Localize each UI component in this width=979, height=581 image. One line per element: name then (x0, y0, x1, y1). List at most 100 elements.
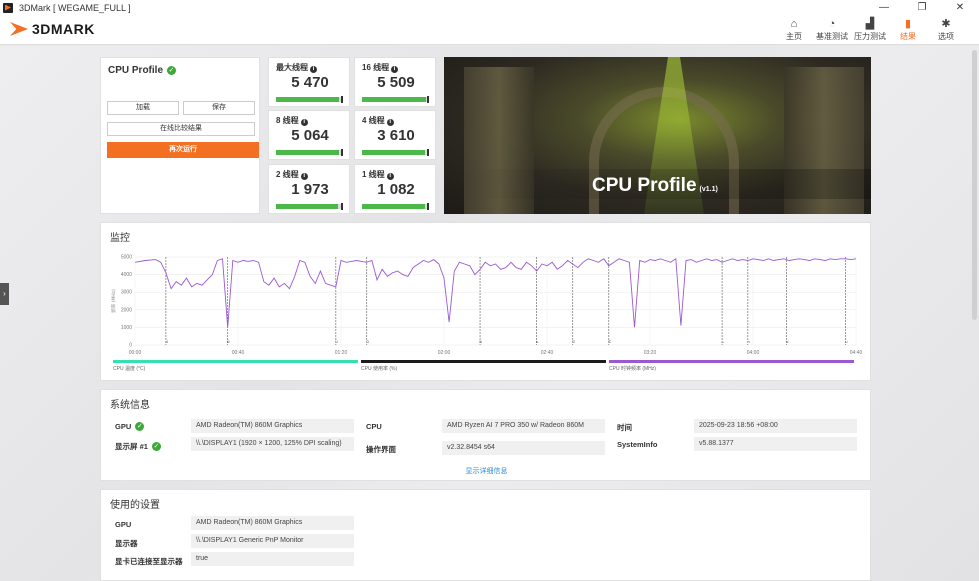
y-tick-label: 1000 (121, 325, 132, 331)
show-details-link[interactable]: 显示详细信息 (101, 466, 872, 476)
check-icon: ✓ (151, 442, 161, 451)
score-16-threads: 16 线程 i 5 509 (354, 57, 436, 107)
phase-marker-label: I (720, 342, 725, 343)
save-button[interactable]: 保存 (183, 101, 255, 115)
score-max-threads: 最大线程 i 5 470 (268, 57, 350, 107)
os-value: v2.32.8454 s64 (442, 441, 605, 455)
score-label: 4 线程 i (362, 115, 394, 126)
score-1-thread: 1 线程 i 1 082 (354, 164, 436, 214)
phase-marker-label: J (746, 341, 751, 343)
score-bar-fill (362, 150, 426, 155)
score-bar-end (427, 149, 429, 156)
score-2-threads: 2 线程 i 1 973 (268, 164, 350, 214)
score-bar (276, 96, 343, 103)
setting-display-value: \\.\DISPLAY1 Generic PnP Monitor (191, 534, 354, 548)
setting-display-label: 显示器 (115, 539, 138, 548)
test-name: CPU Profile (108, 65, 164, 76)
time-label: 时间 (617, 423, 632, 432)
score-4-threads: 4 线程 i 3 610 (354, 110, 436, 160)
system-info-panel: 系统信息 GPU ✓ AMD Radeon(TM) 860M Graphics 显… (100, 389, 871, 481)
hero-title-text: CPU Profile (592, 175, 697, 196)
systeminfo-value: v5.88.1377 (694, 437, 857, 451)
score-label-text: 2 线程 (276, 170, 299, 179)
score-label: 2 线程 i (276, 169, 308, 180)
legend-swatch[interactable] (609, 360, 854, 363)
main-nav: ⌂ 主页 ◔ 基准测试 ▟ 压力测试 ▮ 结果 ✱ 选项 (773, 17, 963, 42)
info-icon[interactable]: i (310, 66, 317, 73)
side-expand-tab[interactable]: › (0, 283, 9, 305)
run-again-button[interactable]: 再次运行 (107, 142, 259, 158)
nav-results[interactable]: ▮ 结果 (891, 17, 925, 42)
legend-swatch[interactable] (361, 360, 606, 363)
score-bar (276, 149, 343, 156)
compare-online-button[interactable]: 在线比较结果 (107, 122, 255, 136)
phase-marker-label: B (226, 340, 231, 343)
info-icon[interactable]: i (386, 173, 394, 180)
nav-options[interactable]: ✱ 选项 (929, 17, 963, 42)
display-label: 显示屏 #1 ✓ (115, 441, 161, 452)
score-bar (362, 203, 429, 210)
score-value: 5 064 (291, 127, 329, 144)
monitoring-title: 监控 (110, 233, 130, 244)
nav-benchmarks[interactable]: ◔ 基准测试 (815, 17, 849, 42)
load-button[interactable]: 加载 (107, 101, 179, 115)
close-button[interactable]: ✕ (941, 0, 979, 15)
info-icon[interactable]: i (391, 66, 399, 73)
test-title: CPU Profile ✓ (108, 65, 177, 76)
time-value: 2025-09-23 18:56 +08:00 (694, 419, 857, 433)
x-tick-label: 01:20 (335, 350, 348, 356)
cpu-value: AMD Ryzen AI 7 PRO 350 w/ Radeon 860M (442, 419, 605, 433)
legend-label: CPU 时钟频率 (MHz) (609, 366, 656, 372)
maximize-button[interactable]: ❐ (903, 0, 941, 15)
system-info-title: 系统信息 (110, 400, 150, 411)
score-bar-end (341, 203, 343, 210)
bar-chart-icon: ▟ (865, 18, 875, 30)
x-tick-label: 02:40 (541, 350, 554, 356)
score-bar (362, 96, 429, 103)
score-bar-fill (276, 204, 339, 209)
phase-marker-label: D (365, 340, 370, 343)
minimize-button[interactable]: — (865, 0, 903, 15)
legend-label: CPU 使用率 (%) (361, 366, 398, 372)
phase-marker-label: G (571, 340, 576, 343)
gear-icon: ✱ (941, 18, 951, 30)
hero-title: CPU Profile (v1.1) (592, 175, 718, 197)
monitoring-chart: 频率 (MHz) 5000 4000 3000 2000 1000 000:00 00:40 0… (110, 255, 862, 357)
score-label: 8 线程 i (276, 115, 308, 126)
nav-label: 压力测试 (854, 32, 886, 41)
score-8-threads: 8 线程 i 5 064 (268, 110, 350, 160)
info-icon[interactable]: i (300, 173, 308, 180)
hero-version: (v1.1) (699, 186, 718, 193)
nav-home[interactable]: ⌂ 主页 (777, 17, 811, 42)
info-icon[interactable]: i (300, 119, 308, 126)
setting-gpu-label: GPU (115, 520, 132, 529)
3dmark-logo[interactable]: 3DMARK (10, 21, 95, 37)
scrollbar[interactable] (972, 50, 977, 320)
settings-used-panel: 使用的设置 GPU AMD Radeon(TM) 860M Graphics 显… (100, 489, 871, 581)
nav-label: 结果 (900, 32, 916, 41)
nav-stress-tests[interactable]: ▟ 压力测试 (853, 17, 887, 42)
score-bar-end (427, 96, 429, 103)
score-bar-fill (276, 150, 339, 155)
info-icon[interactable]: i (386, 119, 394, 126)
settings-title: 使用的设置 (110, 500, 160, 511)
y-axis-label: 频率 (MHz) (110, 289, 117, 313)
legend-label: CPU 温度 (°C) (113, 366, 146, 372)
score-bar-fill (276, 97, 340, 102)
os-label: 操作界面 (366, 445, 396, 454)
nav-label: 基准测试 (816, 32, 848, 41)
logo-icon (10, 21, 28, 37)
display-label-text: 显示屏 #1 (115, 442, 148, 451)
nav-label: 主页 (786, 32, 802, 41)
check-icon: ✓ (167, 66, 177, 75)
score-bar (362, 149, 429, 156)
score-value: 1 973 (291, 181, 329, 198)
x-tick-label: 02:00 (438, 350, 451, 356)
score-label-text: 4 线程 (362, 116, 385, 125)
score-bar-end (341, 149, 343, 156)
x-tick-label: 04:00 (747, 350, 760, 356)
app-header: 3DMARK ⌂ 主页 ◔ 基准测试 ▟ 压力测试 ▮ 结果 ✱ 选项 (0, 15, 979, 45)
setting-gpu-value: AMD Radeon(TM) 860M Graphics (191, 516, 354, 530)
legend-swatch[interactable] (113, 360, 358, 363)
phase-marker-label: C (334, 340, 339, 343)
